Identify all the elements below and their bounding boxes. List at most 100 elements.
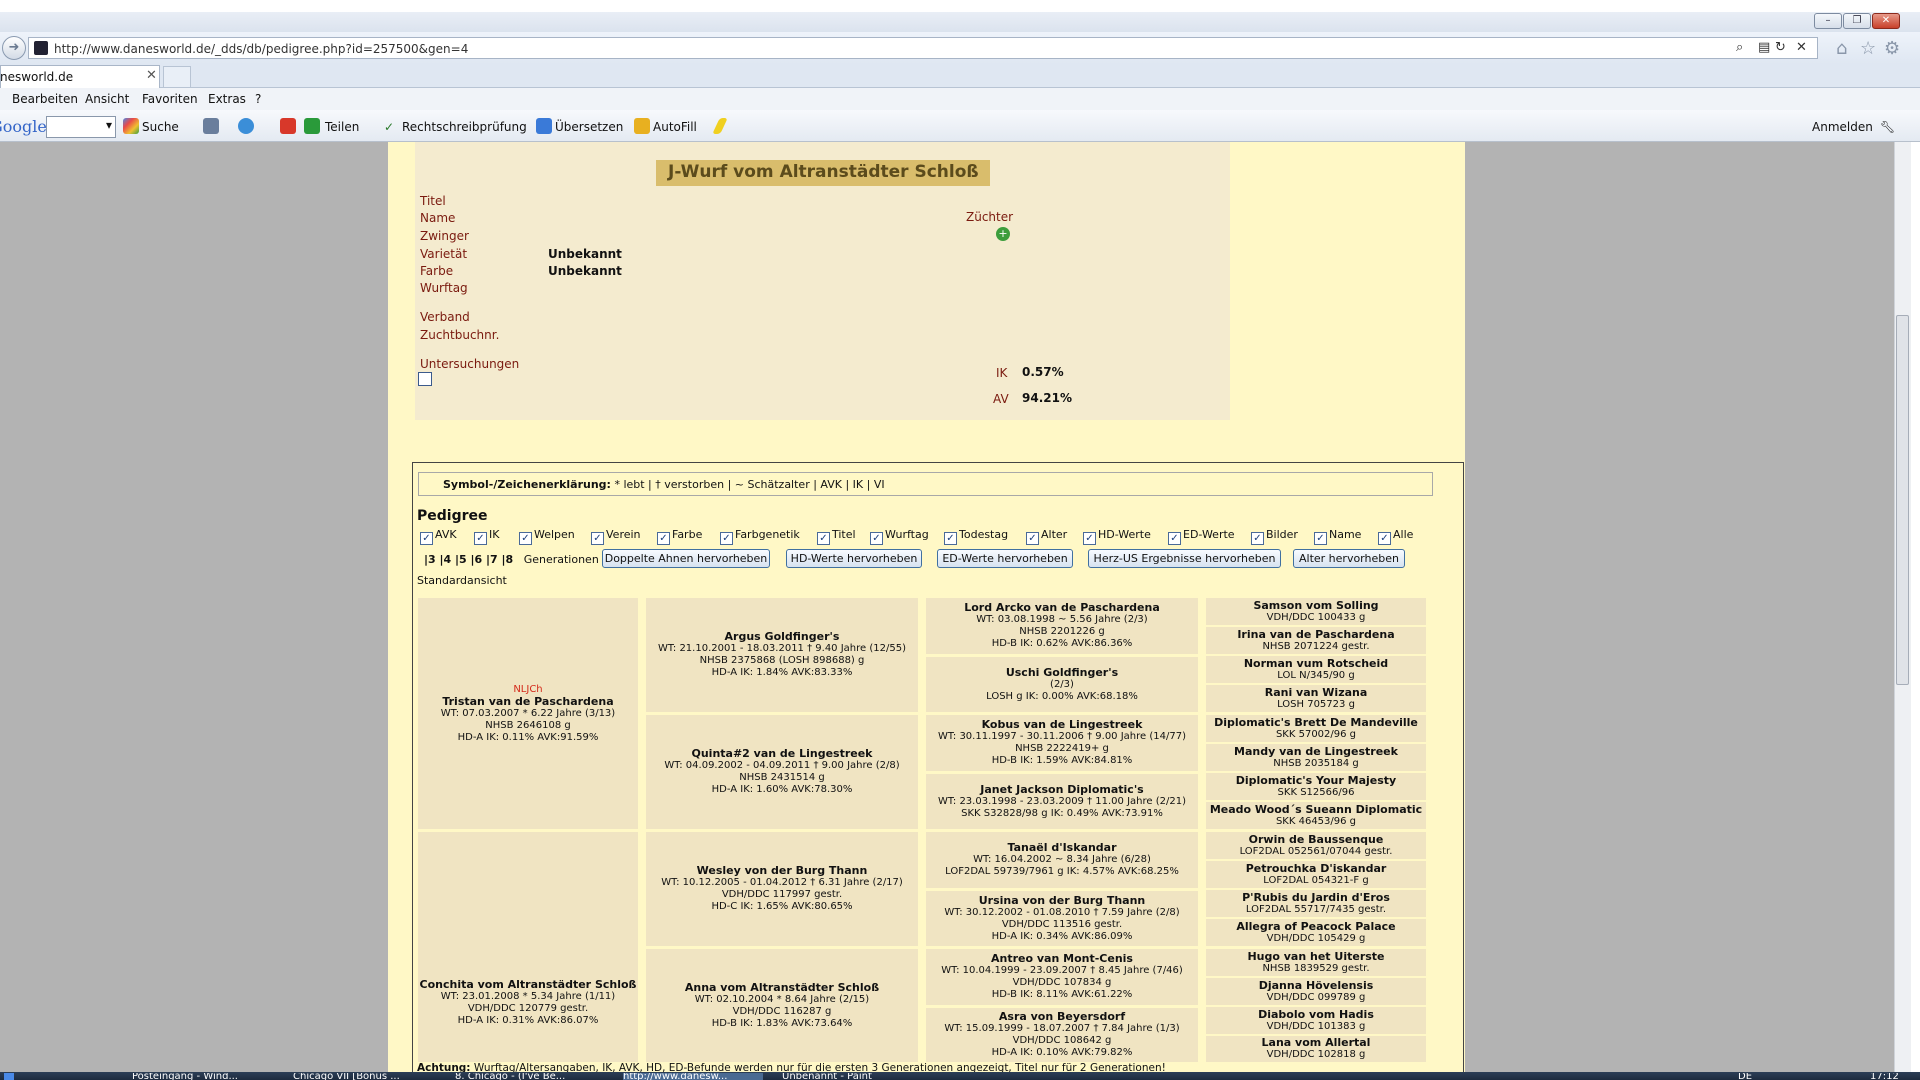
checkbox-welpen[interactable]: ✓ Welpen bbox=[519, 528, 575, 545]
taskbar-item-browser[interactable]: http://www.danesw... bbox=[623, 1073, 763, 1080]
checkbox-bilder[interactable]: ✓ Bilder bbox=[1251, 528, 1298, 545]
dog-name[interactable]: Samson vom Solling bbox=[1253, 599, 1378, 612]
pedigree-gen3-3[interactable]: Kobus van de Lingestreek WT: 30.11.1997 … bbox=[926, 715, 1198, 771]
scrollbar-thumb[interactable] bbox=[1896, 315, 1909, 685]
taskbar-item-paint[interactable]: Unbenannt - Paint bbox=[782, 1073, 922, 1080]
pedigree-gen3-7[interactable]: Antreo van Mont-Cenis WT: 10.04.1999 - 2… bbox=[926, 949, 1198, 1005]
pedigree-gen3-8[interactable]: Asra von Beyersdorf WT: 15.09.1999 - 18.… bbox=[926, 1008, 1198, 1062]
translate-button[interactable]: Übersetzen bbox=[555, 120, 623, 134]
dog-name[interactable]: Janet Jackson Diplomatic's bbox=[980, 783, 1143, 796]
menu-help[interactable]: ? bbox=[255, 92, 261, 106]
dog-name[interactable]: Meado Wood´s Sueann Diplomatic bbox=[1210, 803, 1422, 816]
stop-icon[interactable]: ✕ bbox=[1796, 40, 1807, 55]
back-button[interactable]: ➜ bbox=[2, 36, 26, 60]
dog-name[interactable]: Lord Arcko van de Paschardena bbox=[964, 602, 1160, 614]
dog-name[interactable]: Hugo van het Uiterste bbox=[1247, 950, 1384, 963]
dog-name[interactable]: P'Rubis du Jardin d'Eros bbox=[1242, 891, 1390, 904]
checkbox-todestag[interactable]: ✓ Todestag bbox=[944, 528, 1008, 545]
teilen-button[interactable]: Teilen bbox=[325, 120, 359, 134]
pedigree-gen4-16[interactable]: Lana vom Allertal VDH/DDC 102818 g bbox=[1206, 1036, 1426, 1062]
dog-name[interactable]: Djanna Hövelensis bbox=[1259, 979, 1374, 992]
dog-name[interactable]: Diabolo vom Hadis bbox=[1258, 1008, 1374, 1021]
dog-name[interactable]: Argus Goldfinger's bbox=[725, 631, 840, 643]
checkbox-name[interactable]: ✓ Name bbox=[1314, 528, 1361, 545]
gear-icon[interactable]: ⚙ bbox=[1884, 38, 1900, 59]
checkbox-titel[interactable]: ✓ Titel bbox=[817, 528, 856, 545]
dog-name[interactable]: Asra von Beyersdorf bbox=[999, 1011, 1125, 1023]
dog-name[interactable]: Rani van Wizana bbox=[1265, 686, 1368, 699]
dog-name[interactable]: Mandy van de Lingestreek bbox=[1234, 745, 1398, 758]
pedigree-gen4-7[interactable]: Diplomatic's Your Majesty SKK S12566/96 bbox=[1206, 773, 1426, 800]
menu-bearbeiten[interactable]: Bearbeiten bbox=[12, 92, 78, 106]
alter-button[interactable]: Alter hervorheben bbox=[1293, 549, 1405, 568]
chevron-down-icon[interactable]: ▾ bbox=[106, 118, 112, 132]
language-indicator[interactable]: DE bbox=[1738, 1073, 1758, 1080]
taskbar-item-music[interactable]: Chicago VII [Bonus ... bbox=[293, 1073, 433, 1080]
bookmark-icon[interactable] bbox=[238, 118, 254, 134]
dog-name[interactable]: Uschi Goldfinger's bbox=[1006, 666, 1118, 679]
taskbar-item-mail[interactable]: Posteingang - Wind... bbox=[132, 1073, 272, 1080]
anmelden-button[interactable]: Anmelden bbox=[1812, 120, 1873, 134]
doppelte-ahnen-button[interactable]: Doppelte Ahnen hervorheben bbox=[602, 549, 770, 568]
menu-favoriten[interactable]: Favoriten bbox=[142, 92, 198, 106]
pedigree-gen4-5[interactable]: Diplomatic's Brett De Mandeville SKK 5700… bbox=[1206, 715, 1426, 742]
checkbox-hd-werte[interactable]: ✓ HD-Werte bbox=[1083, 528, 1151, 545]
pedigree-gen4-9[interactable]: Orwin de Baussenque LOF2DAL 052561/07044 … bbox=[1206, 832, 1426, 859]
checkbox-farbe[interactable]: ✓ Farbe bbox=[657, 528, 702, 545]
pedigree-dam[interactable]: Conchita vom Altranstädter Schloß WT: 23… bbox=[418, 832, 638, 1062]
spellcheck-button[interactable]: Rechtschreibprüfung bbox=[402, 120, 527, 134]
tools-icon[interactable] bbox=[203, 118, 219, 134]
url-text[interactable]: http://www.danesworld.de/_dds/db/pedigre… bbox=[54, 42, 468, 56]
dog-name[interactable]: Ursina von der Burg Thann bbox=[979, 894, 1146, 907]
generation-links[interactable]: |3 |4 |5 |6 |7 |8 bbox=[424, 553, 513, 566]
checkbox-avk[interactable]: ✓ AVK bbox=[420, 528, 457, 545]
standard-view-link[interactable]: Standardansicht bbox=[417, 574, 507, 587]
pedigree-gen3-5[interactable]: Tanaël d'Iskandar WT: 16.04.2002 ~ 8.34 … bbox=[926, 832, 1198, 888]
pedigree-gen4-10[interactable]: Petrouchka D'iskandar LOF2DAL 054321-F g bbox=[1206, 861, 1426, 888]
clock[interactable]: 17:12 bbox=[1870, 1073, 1910, 1080]
compatibility-icon[interactable]: ▤ bbox=[1758, 40, 1770, 55]
checkbox-alle[interactable]: ✓ Alle bbox=[1378, 528, 1413, 545]
dog-name[interactable]: Tanaël d'Iskandar bbox=[1008, 842, 1117, 854]
checkbox-alter[interactable]: ✓ Alter bbox=[1026, 528, 1067, 545]
search-icon[interactable]: ⌕ bbox=[1736, 40, 1743, 55]
pedigree-gen2-4[interactable]: Anna vom Altranstädter Schloß WT: 02.10.… bbox=[646, 949, 918, 1062]
favorites-star-icon[interactable]: ☆ bbox=[1860, 38, 1876, 59]
dog-name[interactable]: Norman vum Rotscheid bbox=[1244, 657, 1388, 670]
maximize-button[interactable]: ❐ bbox=[1843, 13, 1871, 29]
pedigree-gen4-1[interactable]: Samson vom Solling VDH/DDC 100433 g bbox=[1206, 598, 1426, 625]
dog-name[interactable]: Wesley von der Burg Thann bbox=[697, 865, 868, 877]
dog-name[interactable]: Irina van de Paschardena bbox=[1237, 628, 1394, 641]
dog-name[interactable]: Antreo van Mont-Cenis bbox=[991, 953, 1133, 965]
pedigree-gen4-8[interactable]: Meado Wood´s Sueann Diplomatic SKK 46453/… bbox=[1206, 802, 1426, 829]
ed-werte-button[interactable]: ED-Werte hervorheben bbox=[937, 549, 1073, 568]
checkbox-ed-werte[interactable]: ✓ ED-Werte bbox=[1168, 528, 1235, 545]
dog-name[interactable]: Diplomatic's Your Majesty bbox=[1236, 774, 1396, 787]
pedigree-gen3-4[interactable]: Janet Jackson Diplomatic's WT: 23.03.199… bbox=[926, 774, 1198, 829]
menu-extras[interactable]: Extras bbox=[208, 92, 246, 106]
pedigree-gen3-2[interactable]: Uschi Goldfinger's (2/3) LOSH g IK: 0.00… bbox=[926, 657, 1198, 712]
dog-name[interactable]: Quinta#2 van de Lingestreek bbox=[692, 748, 873, 760]
refresh-icon[interactable]: ↻ bbox=[1775, 40, 1786, 55]
pedigree-gen2-2[interactable]: Quinta#2 van de Lingestreek WT: 04.09.20… bbox=[646, 715, 918, 829]
dog-name[interactable]: Kobus van de Lingestreek bbox=[982, 719, 1143, 731]
suche-button[interactable]: Suche bbox=[142, 120, 179, 134]
google-plus-icon[interactable] bbox=[280, 118, 296, 134]
dog-name[interactable]: Conchita vom Altranstädter Schloß bbox=[420, 979, 637, 991]
dog-name[interactable]: Diplomatic's Brett De Mandeville bbox=[1214, 716, 1418, 729]
dog-name[interactable]: Lana vom Allertal bbox=[1262, 1037, 1371, 1049]
pedigree-gen2-1[interactable]: Argus Goldfinger's WT: 21.10.2001 - 18.0… bbox=[646, 598, 918, 712]
checkbox-wurftag[interactable]: ✓ Wurftag bbox=[870, 528, 929, 545]
dog-name[interactable]: Anna vom Altranstädter Schloß bbox=[685, 981, 879, 994]
autofill-button[interactable]: AutoFill bbox=[653, 120, 697, 134]
menu-ansicht[interactable]: Ansicht bbox=[85, 92, 129, 106]
generation-selector[interactable]: |3 |4 |5 |6 |7 |8 Generationen bbox=[424, 553, 599, 566]
minimize-button[interactable]: – bbox=[1814, 13, 1842, 29]
dog-name[interactable]: Petrouchka D'iskandar bbox=[1246, 862, 1387, 875]
pedigree-sire[interactable]: NLJCh Tristan van de Paschardena WT: 07.… bbox=[418, 598, 638, 829]
tab-close-icon[interactable]: ✕ bbox=[146, 68, 157, 83]
pedigree-gen3-1[interactable]: Lord Arcko van de Paschardena WT: 03.08.… bbox=[926, 598, 1198, 654]
add-icon[interactable]: + bbox=[996, 227, 1010, 241]
home-icon[interactable]: ⌂ bbox=[1836, 38, 1847, 59]
pedigree-gen3-6[interactable]: Ursina von der Burg Thann WT: 30.12.2002… bbox=[926, 891, 1198, 946]
